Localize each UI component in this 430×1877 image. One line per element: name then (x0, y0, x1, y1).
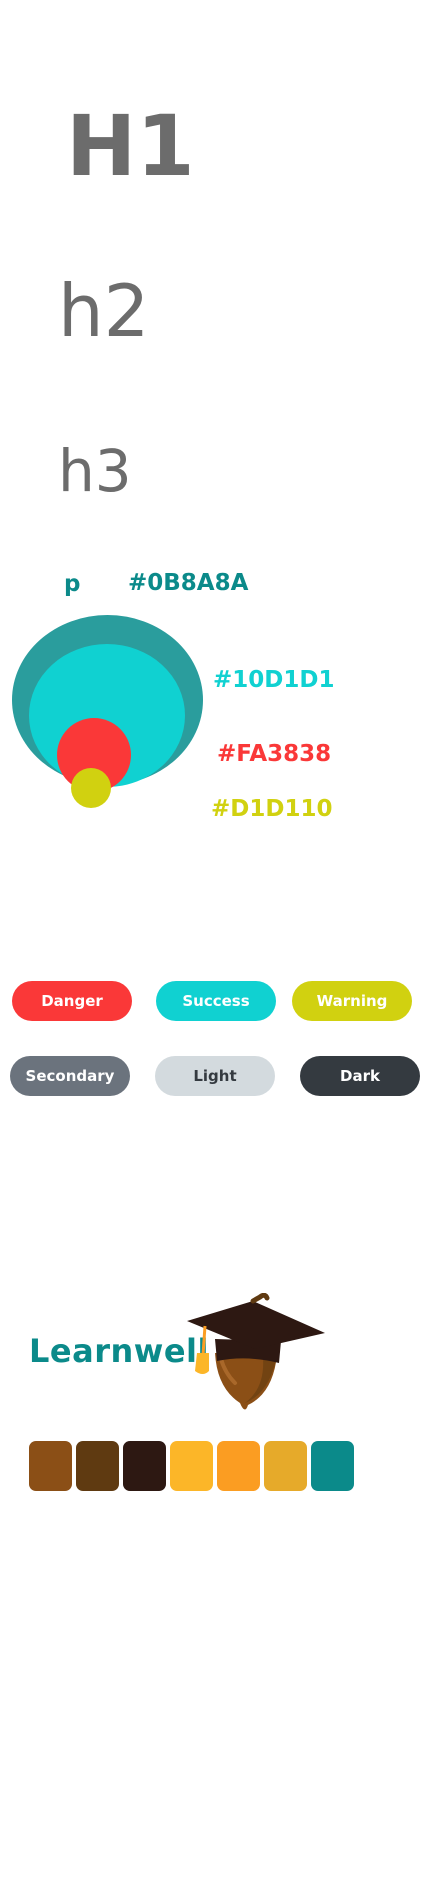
graduation-cap-acorn-icon (185, 1292, 325, 1422)
heading-h3: h3 (58, 437, 132, 505)
danger-button[interactable]: Danger (12, 981, 132, 1021)
yellow-swatch-circle (71, 768, 111, 808)
brand-name: Learnwell (29, 1332, 209, 1370)
secondary-button[interactable]: Secondary (10, 1056, 130, 1096)
cyan-color-label: #10D1D1 (213, 667, 335, 693)
palette-chip-espresso (123, 1441, 166, 1491)
heading-h1: H1 (66, 97, 195, 195)
dark-button[interactable]: Dark (300, 1056, 420, 1096)
paragraph-sample: p (64, 571, 81, 597)
teal-color-label: #0B8A8A (128, 570, 249, 596)
palette-chip-brown (29, 1441, 72, 1491)
success-button[interactable]: Success (156, 981, 276, 1021)
warning-button[interactable]: Warning (292, 981, 412, 1021)
palette-chip-orange (217, 1441, 260, 1491)
heading-h2: h2 (58, 269, 150, 353)
brand-color-palette (29, 1441, 354, 1491)
palette-chip-mustard (264, 1441, 307, 1491)
light-button[interactable]: Light (155, 1056, 275, 1096)
palette-chip-yellow (170, 1441, 213, 1491)
red-color-label: #FA3838 (217, 741, 332, 767)
palette-chip-dark-brown (76, 1441, 119, 1491)
yellow-color-label: #D1D110 (211, 796, 333, 822)
palette-chip-teal (311, 1441, 354, 1491)
